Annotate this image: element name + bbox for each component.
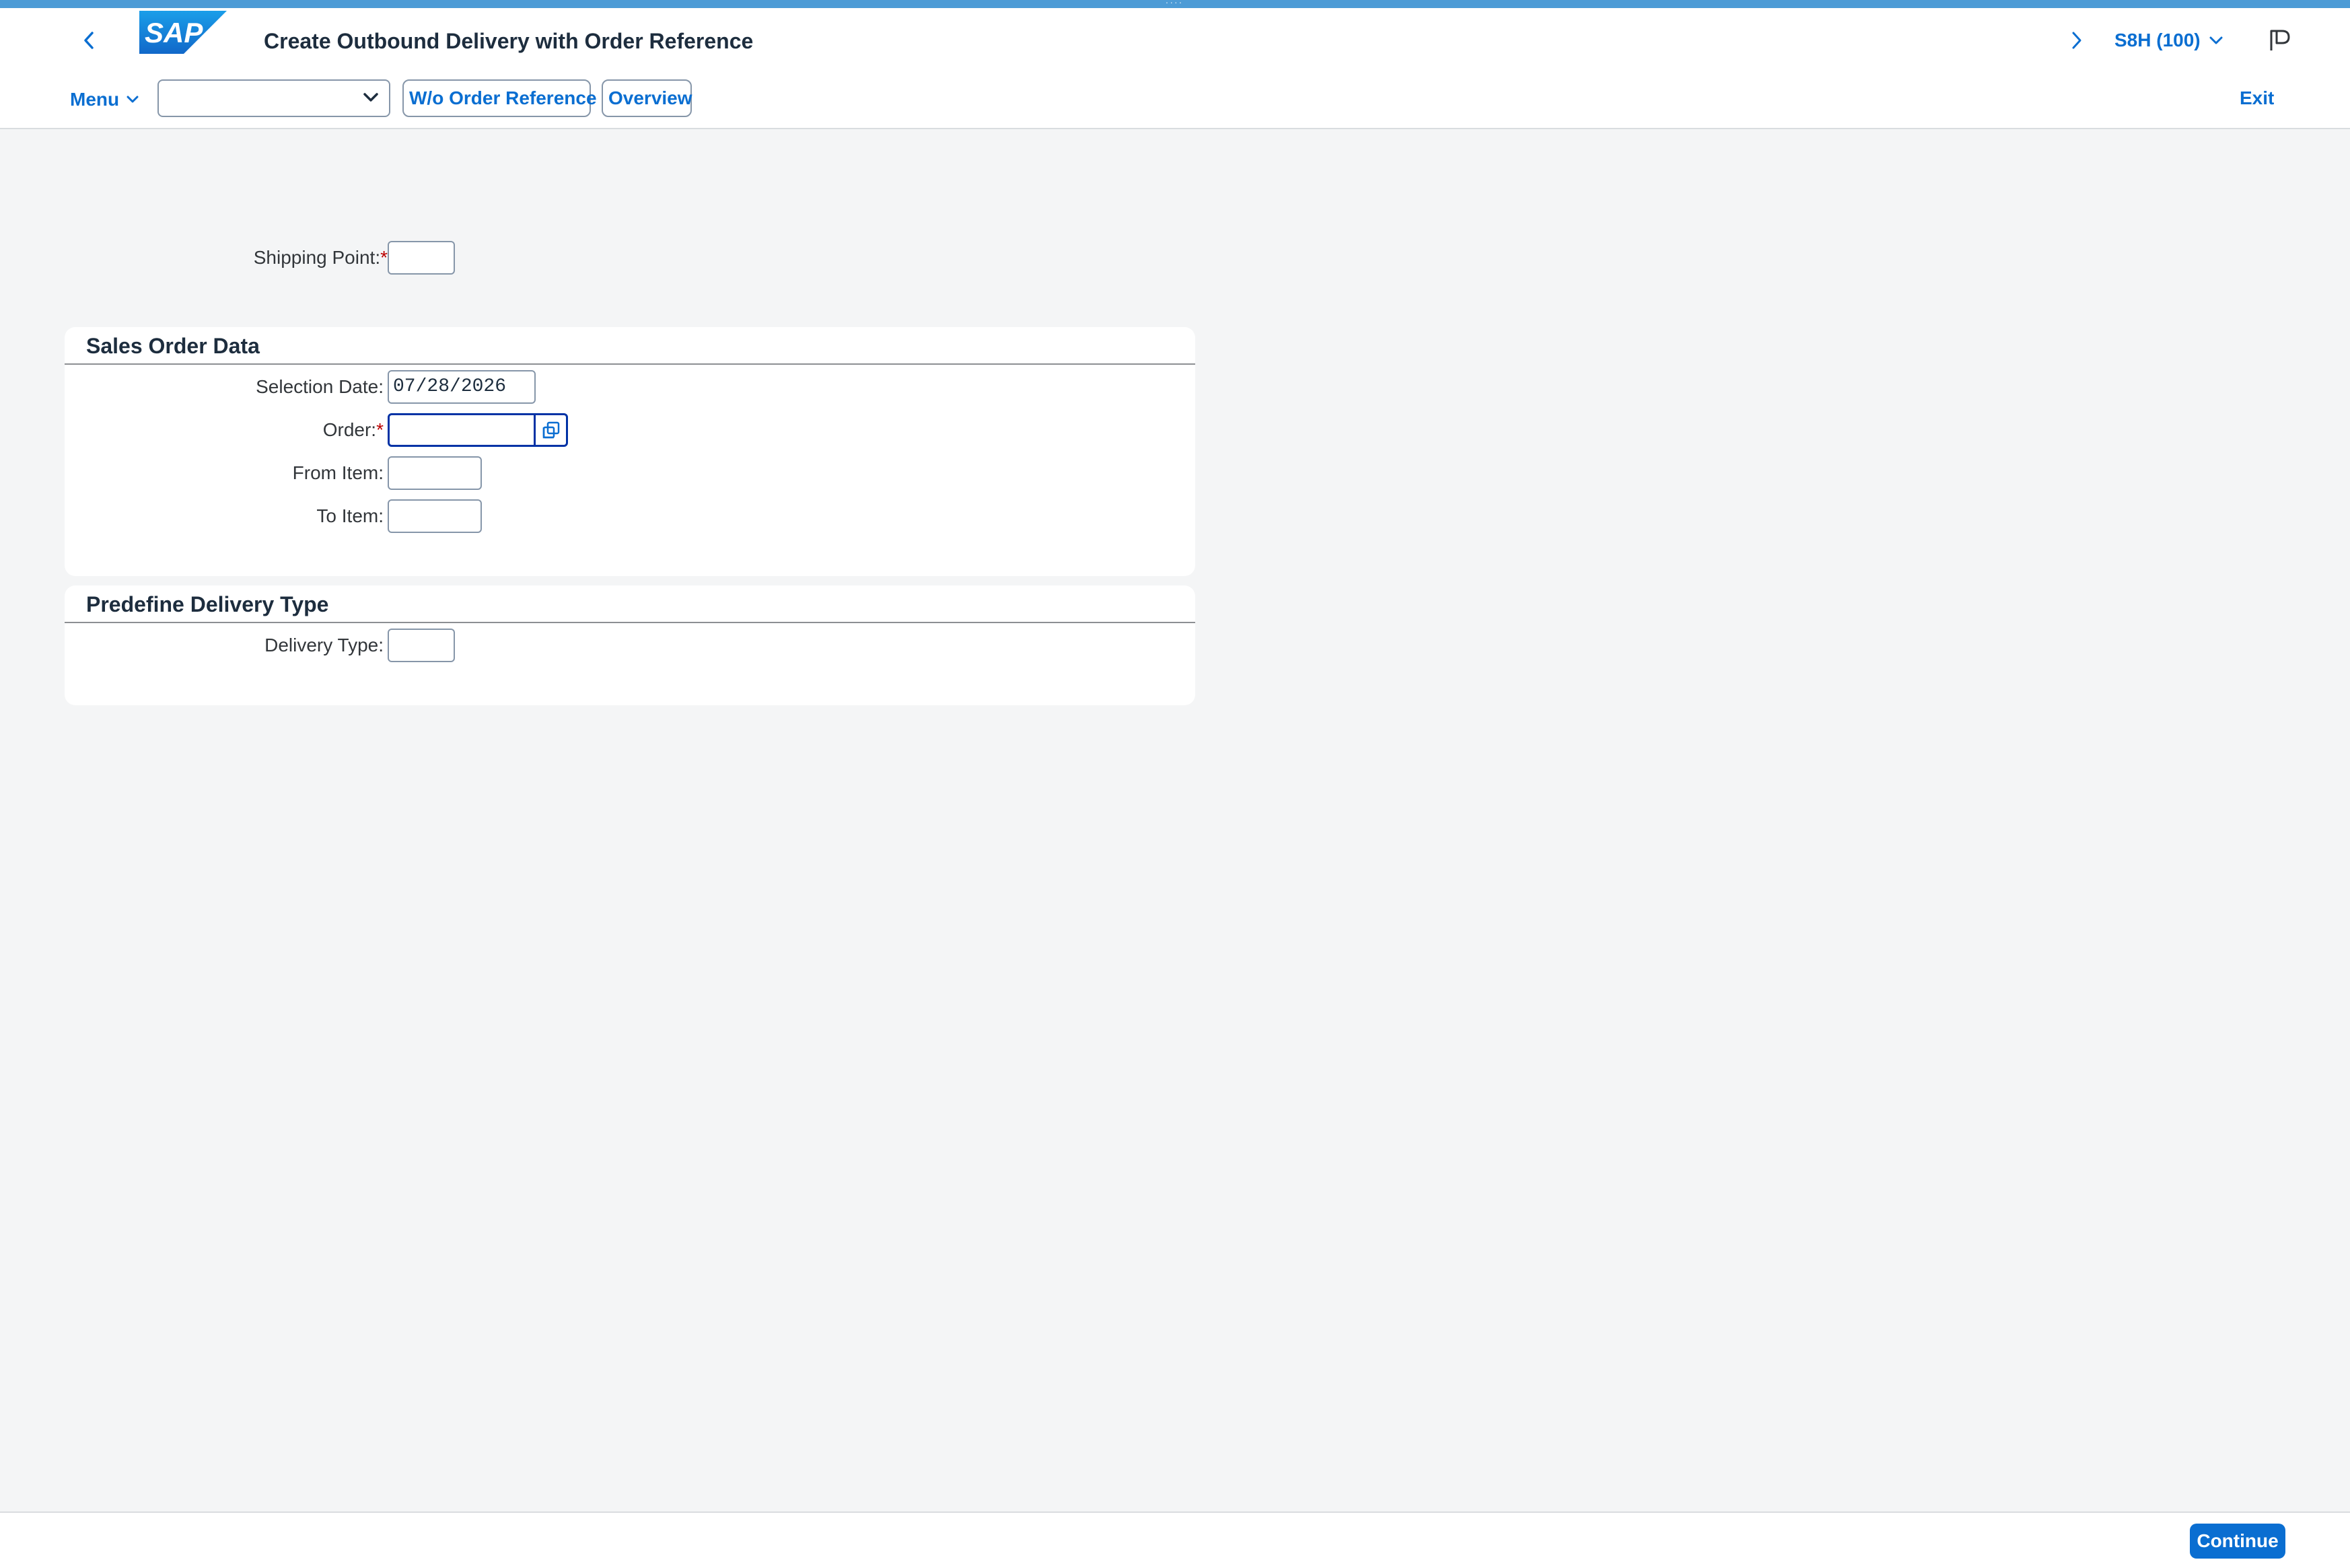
section-divider: [65, 363, 1195, 365]
selection-date-input[interactable]: 07/28/2026: [388, 370, 536, 404]
shell-header: SAP Create Outbound Delivery with Order …: [0, 8, 2350, 129]
overview-button[interactable]: Overview: [602, 79, 692, 117]
order-input[interactable]: [388, 413, 536, 447]
forward-button[interactable]: [2063, 22, 2090, 59]
delivery-type-label: Delivery Type:: [264, 635, 384, 655]
chevron-left-icon: [84, 32, 94, 49]
to-item-label: To Item:: [316, 505, 384, 526]
exit-button[interactable]: Exit: [2240, 81, 2274, 116]
required-mark: *: [376, 419, 384, 440]
order-label: Order:*: [322, 419, 384, 440]
user-profile-icon: [2270, 30, 2290, 50]
value-help-button[interactable]: [534, 413, 568, 447]
page-title: Create Outbound Delivery with Order Refe…: [264, 29, 754, 53]
chevron-down-icon: [127, 96, 139, 103]
transaction-select[interactable]: [157, 79, 390, 117]
system-selector[interactable]: S8H (100): [2114, 22, 2223, 59]
without-order-reference-button[interactable]: W/o Order Reference: [402, 79, 597, 117]
to-item-input[interactable]: [388, 499, 482, 533]
delivery-type-input[interactable]: [388, 629, 455, 662]
resize-grip-icon[interactable]: ····: [1164, 0, 1184, 7]
dropdown-arrow-icon: [363, 93, 378, 102]
required-mark: *: [380, 247, 388, 268]
chevron-right-icon: [2072, 32, 2081, 49]
footer-bar: Continue: [0, 1511, 2350, 1568]
from-item-input[interactable]: [388, 456, 482, 490]
sap-logo[interactable]: SAP: [139, 11, 227, 54]
section-title-predefine-delivery-type: Predefine Delivery Type: [86, 592, 329, 616]
continue-button[interactable]: Continue: [2190, 1524, 2285, 1559]
menu-button[interactable]: Menu: [70, 82, 139, 117]
svg-text:SAP: SAP: [145, 17, 203, 48]
sales-order-data-panel: Sales Order Data: [65, 327, 1195, 576]
shipping-point-label: Shipping Point:*: [253, 247, 388, 268]
shipping-point-input[interactable]: [388, 241, 455, 275]
chevron-down-icon: [2209, 36, 2223, 44]
section-divider: [65, 622, 1195, 623]
section-title-sales-order-data: Sales Order Data: [86, 334, 260, 358]
menu-label: Menu: [70, 89, 120, 110]
from-item-label: From Item:: [292, 462, 384, 483]
value-help-icon: [542, 421, 559, 439]
user-menu-button[interactable]: [2261, 22, 2299, 59]
selection-date-label: Selection Date:: [256, 376, 384, 397]
system-label: S8H (100): [2114, 30, 2201, 50]
back-button[interactable]: [74, 22, 104, 59]
